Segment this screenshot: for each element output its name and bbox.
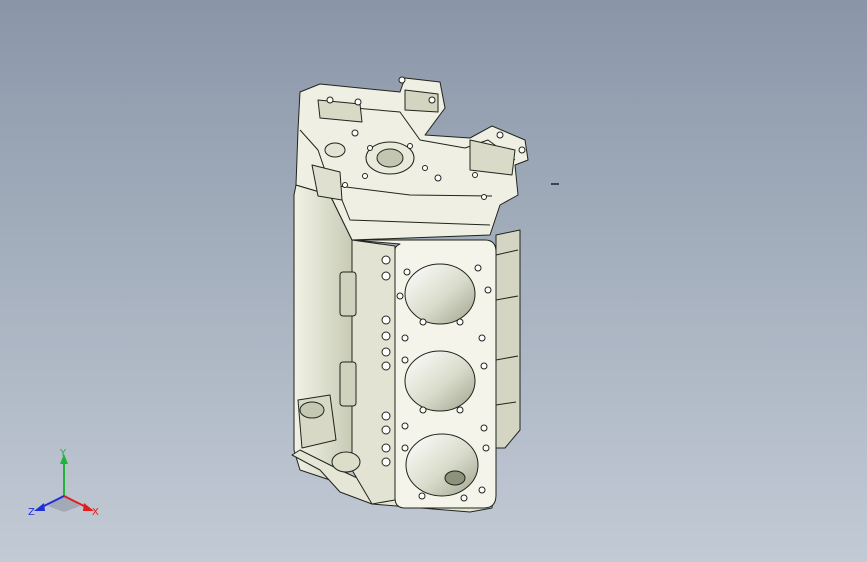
side-boss-lower (339, 361, 357, 407)
cylinder-bore-1 (404, 263, 476, 325)
side-boss-upper (339, 271, 357, 317)
z-axis-label: Z (28, 507, 35, 518)
dimension-mark (551, 183, 559, 185)
y-axis-label: Y (59, 448, 67, 459)
cylinder-bores (404, 263, 479, 497)
cylinder-bore-2 (404, 350, 476, 412)
coordinate-triad: Y X Z (28, 448, 99, 518)
graphics-viewport[interactable]: Y X Z (0, 0, 867, 562)
block-right-side (495, 229, 521, 449)
x-axis-label: X (92, 507, 99, 518)
cylinder-bore-3 (405, 433, 479, 497)
engine-block-model[interactable] (0, 0, 867, 562)
z-axis-arrow (34, 503, 45, 511)
